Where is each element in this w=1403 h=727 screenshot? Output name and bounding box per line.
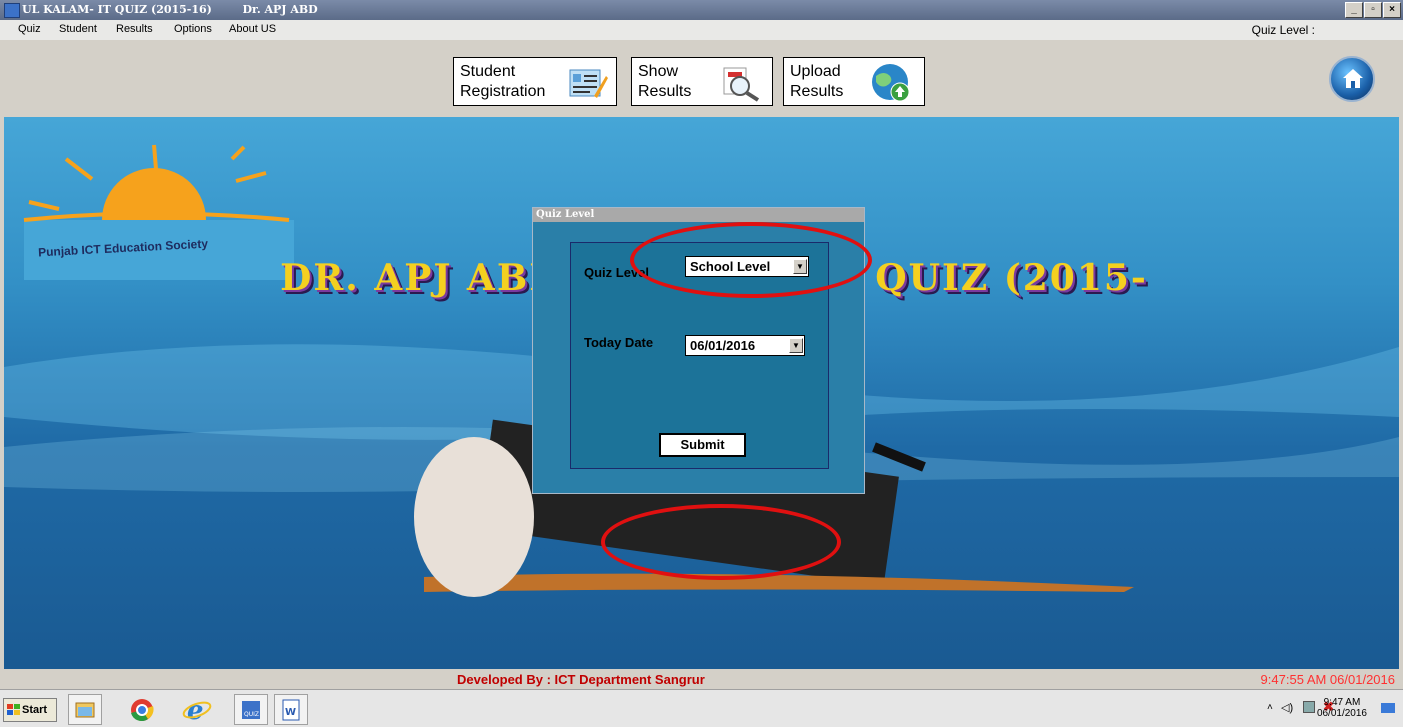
- registration-form-icon: [569, 69, 608, 98]
- student-registration-button[interactable]: Student Registration: [453, 57, 617, 106]
- start-button[interactable]: Start: [3, 698, 57, 722]
- restore-button[interactable]: ▫: [1364, 2, 1382, 18]
- tray-date: 06/01/2016: [1316, 708, 1367, 719]
- show-desktop-icon[interactable]: [1381, 703, 1395, 713]
- volume-icon[interactable]: ◁): [1281, 701, 1293, 714]
- show-results-label-2: Results: [638, 83, 692, 100]
- word-icon[interactable]: W: [274, 694, 308, 725]
- dialog-titlebar: Quiz Level: [533, 208, 864, 222]
- home-button[interactable]: [1329, 56, 1375, 102]
- menu-student[interactable]: Student: [59, 23, 97, 35]
- globe-upload-icon: [872, 64, 910, 102]
- close-button[interactable]: ×: [1383, 2, 1401, 18]
- quiz-app-icon[interactable]: QUIZ: [234, 694, 268, 725]
- windows-logo-icon: [7, 704, 20, 715]
- menu-results[interactable]: Results: [116, 23, 153, 35]
- status-clock: 9:47:55 AM 06/01/2016: [1260, 672, 1395, 687]
- chevron-down-icon[interactable]: ▼: [789, 338, 803, 353]
- taskbar: Start e QUIZ W ˄ ◁) ✖ 9:47 AM 06/01/2016: [0, 689, 1403, 727]
- minimize-button[interactable]: _: [1345, 2, 1363, 18]
- upload-results-label-1: Upload: [790, 63, 841, 80]
- submit-button[interactable]: Submit: [659, 433, 746, 457]
- svg-text:W: W: [285, 707, 296, 718]
- quiz-level-label: Quiz Level :: [1251, 23, 1315, 37]
- student-registration-label-1: Student: [460, 63, 516, 80]
- annotation-oval-podium: [601, 504, 841, 580]
- student-registration-label-2: Registration: [460, 83, 546, 100]
- status-bar: Developed By : ICT Department Sangrur 9:…: [0, 669, 1403, 689]
- svg-text:QUIZ: QUIZ: [244, 711, 259, 718]
- ie-icon[interactable]: e: [180, 694, 214, 726]
- magnifier-chart-icon: [723, 67, 760, 102]
- start-label: Start: [22, 704, 48, 716]
- home-icon: [1343, 69, 1363, 88]
- annotation-oval-quiz-level: [630, 222, 872, 298]
- dialog-title: Quiz Level: [536, 209, 595, 220]
- menubar: Quiz Student Results Options About US Qu…: [0, 20, 1403, 40]
- tray-expand-icon[interactable]: ˄: [1267, 702, 1273, 713]
- window-titlebar: UL KALAM- IT QUIZ (2015-16) Dr. APJ ABD …: [0, 0, 1403, 20]
- today-date-value: 06/01/2016: [690, 338, 756, 353]
- network-icon[interactable]: [1303, 701, 1315, 713]
- menu-about-us[interactable]: About US: [229, 23, 276, 35]
- window-title: UL KALAM- IT QUIZ (2015-16) Dr. APJ ABD: [22, 3, 318, 16]
- chrome-icon[interactable]: [125, 694, 159, 725]
- explorer-icon[interactable]: [68, 694, 102, 725]
- upload-results-label-2: Results: [790, 83, 844, 100]
- menu-options[interactable]: Options: [174, 23, 212, 35]
- menu-quiz[interactable]: Quiz: [18, 23, 41, 35]
- today-date-label: Today Date: [584, 335, 654, 350]
- show-results-label-1: Show: [638, 63, 679, 80]
- toolbar: Student Registration Show Results Upload…: [0, 40, 1403, 117]
- tray-clock[interactable]: 9:47 AM 06/01/2016: [1317, 697, 1367, 719]
- today-date-picker[interactable]: 06/01/2016 ▼: [685, 335, 805, 356]
- developed-by-text: Developed By : ICT Department Sangrur: [457, 672, 705, 687]
- app-icon: [4, 3, 20, 18]
- svg-text:e: e: [187, 696, 204, 724]
- upload-results-button[interactable]: Upload Results: [783, 57, 925, 106]
- tray-time: 9:47 AM: [1323, 697, 1361, 708]
- show-results-button[interactable]: Show Results: [631, 57, 773, 106]
- system-tray: ˄ ◁) ✖ 9:47 AM 06/01/2016: [1219, 694, 1399, 724]
